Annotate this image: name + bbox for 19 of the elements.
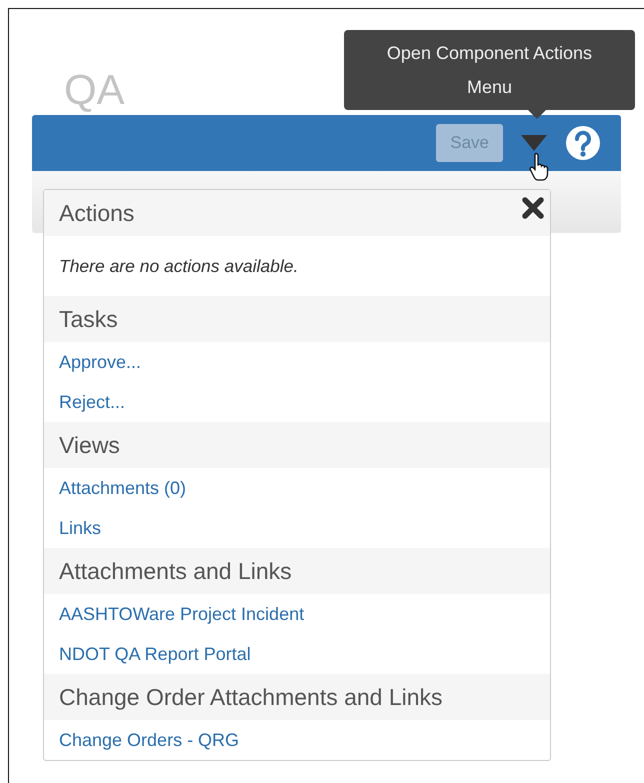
close-icon[interactable] <box>522 197 544 219</box>
menu-link[interactable]: AASHTOWare Project Incident <box>59 604 304 624</box>
menu-link[interactable]: Change Orders - QRG <box>59 730 240 750</box>
tooltip: Open Component Actions Menu <box>344 30 635 110</box>
menu-link[interactable]: Links <box>59 518 102 538</box>
menu-link[interactable]: Attachments (0) <box>59 478 186 498</box>
tooltip-arrow-icon <box>527 109 547 119</box>
section-heading: Tasks <box>44 296 550 342</box>
empty-message: There are no actions available. <box>58 254 300 278</box>
caret-icon[interactable] <box>521 135 547 151</box>
page-title: QA <box>64 65 125 115</box>
help-icon[interactable] <box>565 125 601 161</box>
menu-link[interactable]: Reject... <box>59 392 126 412</box>
section-heading: Change Order Attachments and Links <box>44 674 550 720</box>
menu-link[interactable]: NDOT QA Report Portal <box>59 644 251 664</box>
menu-link[interactable]: Approve... <box>59 352 142 372</box>
section-heading: Attachments and Links <box>44 548 550 594</box>
dropdown-title: Actions <box>59 200 134 226</box>
section-heading: Views <box>44 422 550 468</box>
